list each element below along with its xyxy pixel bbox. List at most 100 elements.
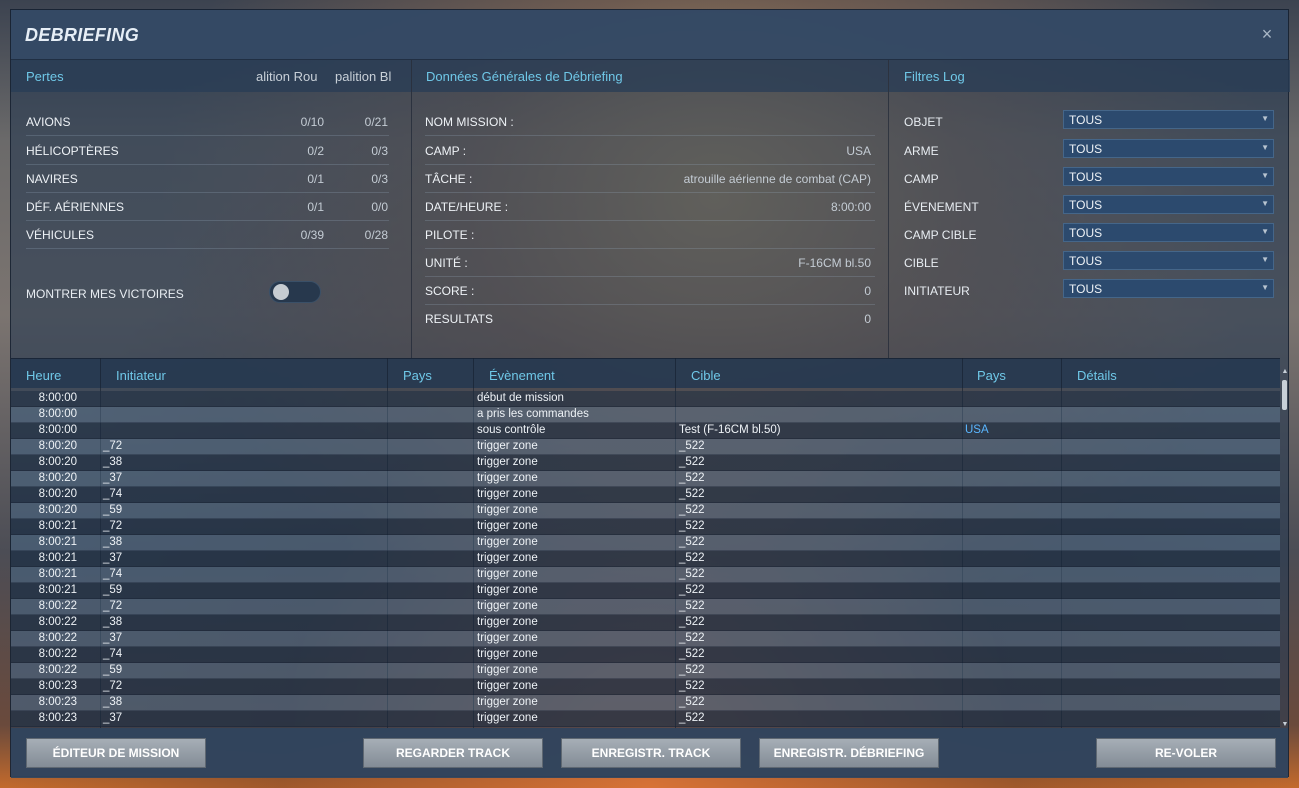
column-header-country[interactable]: Pays [403, 368, 432, 383]
filter-initiator-dropdown[interactable]: TOUS ▼ [1063, 279, 1274, 298]
footer-bar: ÉDITEUR DE MISSION REGARDER TRACK ENREGI… [11, 728, 1288, 778]
blue-coalition-column-header: palition Bl [335, 69, 392, 84]
column-header-details[interactable]: Détails [1077, 368, 1117, 383]
log-row[interactable]: 8:00:23 _72 trigger zone _522 [11, 679, 1280, 695]
general-value: 0 [864, 312, 871, 326]
log-event: début de mission [477, 392, 564, 404]
log-event: trigger zone [477, 520, 538, 532]
log-event: trigger zone [477, 600, 538, 612]
log-target: _522 [679, 440, 705, 452]
save-track-button[interactable]: ENREGISTR. TRACK [561, 738, 741, 768]
divider [888, 60, 889, 358]
chevron-down-icon: ▼ [1261, 227, 1269, 236]
column-header-target[interactable]: Cible [691, 368, 721, 383]
log-time: 8:00:22 [38, 648, 77, 660]
log-initiator: _59 [103, 504, 123, 516]
column-header-initiator[interactable]: Initiateur [116, 368, 166, 383]
losses-blue-value: 0/3 [371, 172, 388, 186]
log-time: 8:00:22 [38, 616, 77, 628]
log-row[interactable]: 8:00:23 _38 trigger zone _522 [11, 695, 1280, 711]
filter-target-side-dropdown[interactable]: TOUS ▼ [1063, 223, 1274, 242]
losses-blue-value: 0/0 [371, 200, 388, 214]
log-row[interactable]: 8:00:20 _38 trigger zone _522 [11, 455, 1280, 471]
log-row[interactable]: 8:00:20 _59 trigger zone _522 [11, 503, 1280, 519]
log-scrollbar[interactable]: ▲ ▼ [1281, 368, 1289, 728]
column-header-target-country[interactable]: Pays [977, 368, 1006, 383]
log-row[interactable]: 8:00:00 a pris les commandes [11, 407, 1280, 423]
scroll-down-icon[interactable]: ▼ [1281, 721, 1289, 728]
log-initiator: _74 [103, 648, 123, 660]
log-event: trigger zone [477, 632, 538, 644]
log-time: 8:00:20 [38, 488, 77, 500]
log-target: _522 [679, 600, 705, 612]
log-row[interactable]: 8:00:21 _38 trigger zone _522 [11, 535, 1280, 551]
log-initiator: _74 [103, 488, 123, 500]
log-row[interactable]: 8:00:21 _37 trigger zone _522 [11, 551, 1280, 567]
log-table-body[interactable]: 8:00:00 début de mission 8:00:00 a pris les… [11, 391, 1280, 727]
general-row: RESULTATS 0 [425, 305, 875, 333]
dropdown-value: TOUS [1069, 254, 1103, 268]
general-label: SCORE : [425, 284, 475, 298]
filter-event-dropdown[interactable]: TOUS ▼ [1063, 195, 1274, 214]
scrollbar-thumb[interactable] [1282, 380, 1287, 410]
losses-blue-value: 0/28 [364, 228, 388, 242]
log-time: 8:00:00 [38, 408, 77, 420]
general-value: USA [846, 144, 871, 158]
show-my-kills-toggle[interactable] [269, 281, 321, 303]
mission-editor-button[interactable]: ÉDITEUR DE MISSION [26, 738, 206, 768]
scroll-up-icon[interactable]: ▲ [1281, 368, 1289, 375]
log-target: _522 [679, 472, 705, 484]
filter-target-dropdown[interactable]: TOUS ▼ [1063, 251, 1274, 270]
log-target: _522 [679, 456, 705, 468]
log-row[interactable]: 8:00:21 _59 trigger zone _522 [11, 583, 1280, 599]
chevron-down-icon: ▼ [1261, 283, 1269, 292]
log-initiator: _74 [103, 568, 123, 580]
log-initiator: _72 [103, 600, 123, 612]
log-event: trigger zone [477, 504, 538, 516]
toggle-knob [273, 284, 289, 300]
log-target: _522 [679, 584, 705, 596]
log-initiator: _72 [103, 680, 123, 692]
log-target: _522 [679, 712, 705, 724]
log-table-header: Heure Initiateur Pays Évènement Cible Pa… [11, 358, 1280, 388]
log-row[interactable]: 8:00:22 _72 trigger zone _522 [11, 599, 1280, 615]
close-icon[interactable]: × [1258, 25, 1276, 43]
log-target: _522 [679, 648, 705, 660]
log-initiator: _38 [103, 536, 123, 548]
log-row[interactable]: 8:00:20 _74 trigger zone _522 [11, 487, 1280, 503]
losses-red-value: 0/10 [300, 115, 324, 129]
log-row[interactable]: 8:00:00 début de mission [11, 391, 1280, 407]
log-time: 8:00:00 [38, 392, 77, 404]
column-header-event[interactable]: Évènement [489, 368, 555, 383]
dropdown-value: TOUS [1069, 113, 1103, 127]
log-row[interactable]: 8:00:22 _74 trigger zone _522 [11, 647, 1280, 663]
refly-button[interactable]: RE-VOLER [1096, 738, 1276, 768]
log-row[interactable]: 8:00:20 _72 trigger zone _522 [11, 439, 1280, 455]
log-row[interactable]: 8:00:22 _37 trigger zone _522 [11, 631, 1280, 647]
general-label: RESULTATS [425, 312, 494, 326]
save-debriefing-button[interactable]: ENREGISTR. DÉBRIEFING [759, 738, 939, 768]
log-initiator: _37 [103, 632, 123, 644]
log-row[interactable]: 8:00:23 _37 trigger zone _522 [11, 711, 1280, 727]
log-initiator: _37 [103, 472, 123, 484]
filter-weapon-dropdown[interactable]: TOUS ▼ [1063, 139, 1274, 158]
log-row[interactable]: 8:00:20 _37 trigger zone _522 [11, 471, 1280, 487]
log-target: Test (F-16CM bl.50) [679, 424, 781, 436]
dropdown-value: TOUS [1069, 198, 1103, 212]
filter-side-dropdown[interactable]: TOUS ▼ [1063, 167, 1274, 186]
column-header-time[interactable]: Heure [26, 368, 61, 383]
log-row[interactable]: 8:00:21 _74 trigger zone _522 [11, 567, 1280, 583]
general-row: PILOTE : [425, 221, 875, 249]
log-time: 8:00:22 [38, 600, 77, 612]
log-time: 8:00:23 [38, 712, 77, 724]
filter-label: CAMP CIBLE [904, 228, 977, 242]
log-row[interactable]: 8:00:00 sous contrôle Test (F-16CM bl.50) U… [11, 423, 1280, 439]
chevron-down-icon: ▼ [1261, 171, 1269, 180]
log-row[interactable]: 8:00:22 _59 trigger zone _522 [11, 663, 1280, 679]
filter-object-dropdown[interactable]: TOUS ▼ [1063, 110, 1274, 129]
log-row[interactable]: 8:00:22 _38 trigger zone _522 [11, 615, 1280, 631]
filter-label: ÉVENEMENT [904, 200, 979, 214]
watch-track-button[interactable]: REGARDER TRACK [363, 738, 543, 768]
log-row[interactable]: 8:00:21 _72 trigger zone _522 [11, 519, 1280, 535]
log-event: trigger zone [477, 552, 538, 564]
